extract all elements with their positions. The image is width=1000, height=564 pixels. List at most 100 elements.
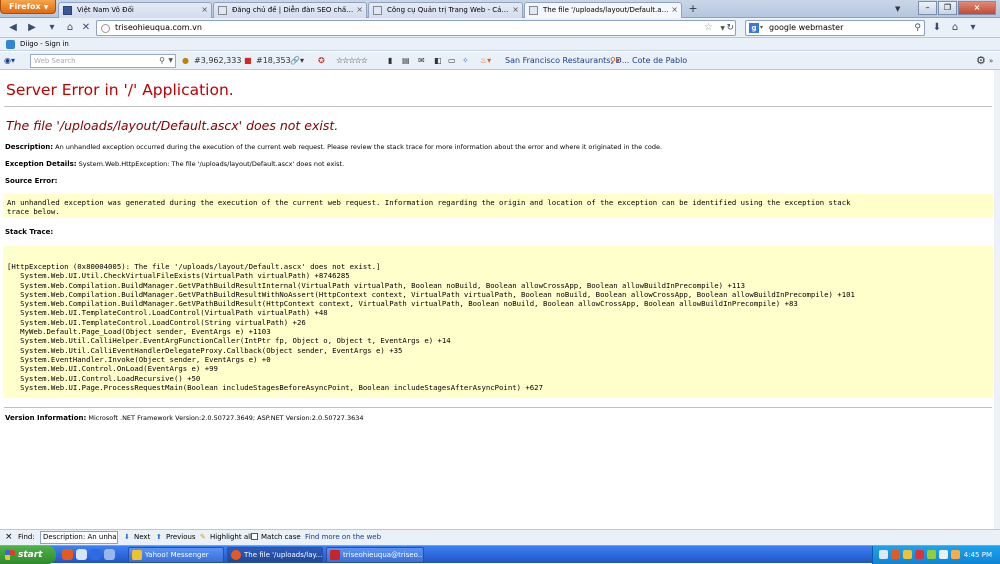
new-tab-button[interactable]: + — [686, 3, 700, 17]
stack-trace-line: System.Web.UI.Util.CheckVirtualFileExist… — [7, 271, 350, 281]
page-scrollbar[interactable] — [994, 70, 1000, 529]
volume-icon[interactable] — [939, 550, 948, 559]
firefox-tray-icon[interactable] — [891, 550, 900, 559]
find-previous-button[interactable]: Previous — [166, 530, 196, 545]
stop-icon[interactable]: ✕ — [78, 20, 94, 36]
tab-list-icon[interactable]: ▼ — [895, 5, 900, 13]
downloads-icon[interactable]: ⬇ — [930, 20, 944, 36]
history-dropdown-icon[interactable]: ▾ — [44, 20, 60, 36]
page-icon[interactable]: ▤ — [402, 54, 410, 68]
close-tab-icon[interactable]: × — [356, 3, 363, 17]
version-line: Version Information: Microsoft .NET Fram… — [5, 414, 364, 422]
taskbar-firefox[interactable]: The file '/uploads/lay... — [227, 547, 323, 563]
minimize-button[interactable]: – — [918, 1, 937, 15]
web-search-input[interactable]: Web Search ⚲ ▼ — [30, 54, 176, 68]
desktop-quicklaunch-icon[interactable] — [76, 549, 87, 560]
error-message: The file '/uploads/layout/Default.ascx' … — [6, 118, 339, 133]
addon-logo-icon[interactable]: ◉▾ — [4, 54, 15, 68]
gear-icon[interactable]: ⚙ — [976, 54, 986, 68]
tab-title: The file '/uploads/layout/Default.ascx' … — [543, 6, 669, 14]
diigo-sign-in-link[interactable]: Diigo - Sign in — [20, 38, 69, 51]
search-icon[interactable]: ⚲ — [159, 55, 165, 67]
network-icon[interactable] — [927, 550, 936, 559]
antivirus-icon[interactable] — [915, 550, 924, 559]
taskbar-yahoo-messenger[interactable]: Yahoo! Messenger — [128, 547, 224, 563]
description-line: Description: An unhandled exception occu… — [5, 143, 662, 151]
tab-strip: Firefox ▼ Việt Nam Vô Đối × Đăng chủ đề |… — [0, 0, 1000, 18]
find-web-link[interactable]: Find more on the web — [305, 530, 381, 545]
place-link[interactable]: Cote de Pablo — [632, 54, 687, 68]
chevron-down-icon[interactable]: ▼ — [168, 55, 173, 67]
page-icon — [529, 6, 538, 15]
help-icon[interactable] — [879, 550, 888, 559]
google-icon[interactable]: g — [749, 23, 759, 33]
home-button[interactable]: ⌂ — [948, 20, 962, 36]
link-icon[interactable]: 🔗▾ — [290, 54, 304, 68]
firefox-quicklaunch-icon[interactable] — [62, 549, 73, 560]
forward-button[interactable]: ▶ — [24, 20, 40, 36]
taskbar-ftp-client[interactable]: triseohieuqua@triseo... — [326, 547, 424, 563]
close-find-icon[interactable]: × — [5, 530, 13, 545]
diigo-toolbar: Diigo - Sign in — [0, 38, 1000, 51]
task-title: triseohieuqua@triseo... — [343, 551, 424, 559]
sparkle-icon[interactable]: ✧ — [462, 54, 469, 68]
home-icon[interactable]: ⌂ — [62, 20, 78, 36]
stack-trace-line: System.Web.Compilation.BuildManager.GetV… — [7, 289, 855, 299]
highlight-all-button[interactable]: Highlight all — [210, 530, 252, 545]
find-next-button[interactable]: Next — [134, 530, 150, 545]
back-button[interactable]: ◀ — [4, 20, 22, 36]
alexa-rank: #3,962,333 — [194, 56, 242, 65]
search-engine-dropdown-icon[interactable]: ▾ — [760, 21, 763, 35]
search-input[interactable]: google webmaster — [769, 21, 843, 35]
close-tab-icon[interactable]: × — [512, 3, 519, 17]
window-close-button[interactable]: × — [958, 1, 996, 15]
tab-dien-dan-seo[interactable]: Đăng chủ đề | Diễn đàn SEO chất lượng ..… — [213, 2, 367, 18]
share-icon[interactable]: ▭ — [448, 54, 456, 68]
ie-quicklaunch-icon[interactable] — [90, 549, 101, 560]
menu-dropdown-icon[interactable]: ▾ — [966, 20, 980, 36]
messenger-tray-icon[interactable] — [903, 550, 912, 559]
stack-trace-line: System.Web.UI.Control.LoadRecursive() +5… — [7, 373, 201, 383]
search-box[interactable]: g ▾ google webmaster ⚲ — [745, 20, 925, 36]
tab-server-error[interactable]: The file '/uploads/layout/Default.ascx' … — [524, 2, 682, 18]
rating-stars[interactable]: ☆☆☆☆☆ — [336, 54, 368, 68]
url-dropdown-icon[interactable]: ▼ — [720, 22, 725, 36]
filezilla-icon — [330, 550, 340, 560]
maximize-button[interactable]: ❐ — [938, 1, 957, 15]
firefox-menu-button[interactable]: Firefox ▼ — [0, 0, 56, 14]
arrow-up-icon[interactable]: ⬆ — [156, 530, 162, 545]
media-quicklaunch-icon[interactable] — [104, 549, 115, 560]
tab-title: Việt Nam Vô Đối — [77, 6, 134, 14]
address-bar[interactable]: triseohieuqua.com.vn ☆ ▼ ↻ — [96, 20, 736, 36]
toolbar-overflow-icon[interactable]: » — [989, 54, 993, 68]
find-input[interactable]: Description: An unhandle — [40, 531, 118, 544]
divider — [4, 106, 992, 107]
find-bar: × Find: Description: An unhandle ⬇ Next … — [0, 529, 1000, 545]
flame-icon[interactable]: ♨▾ — [480, 54, 491, 68]
bookmark-icon[interactable]: ▮ — [388, 54, 392, 68]
bookmark-star-icon[interactable]: ☆ — [704, 21, 713, 35]
tab-webmaster-tools[interactable]: Công cụ Quản trị Trang Web - Các liên kế… — [368, 2, 523, 18]
tag-icon[interactable]: ◧ — [434, 54, 442, 68]
checkbox-icon[interactable] — [251, 533, 258, 540]
mail-icon[interactable]: ✉ — [418, 54, 425, 68]
update-icon[interactable] — [951, 550, 960, 559]
tab-viet-nam[interactable]: Việt Nam Vô Đối × — [58, 2, 212, 18]
close-tab-icon[interactable]: × — [671, 3, 678, 17]
address-input[interactable]: triseohieuqua.com.vn — [115, 21, 202, 35]
reload-icon[interactable]: ↻ — [726, 21, 734, 35]
source-error-label: Source Error: — [5, 177, 58, 185]
tab-title: Công cụ Quản trị Trang Web - Các liên kế… — [387, 6, 510, 14]
search-icon[interactable]: ⚲ — [914, 21, 921, 35]
magnifier-icon[interactable]: ⚲▾ — [610, 54, 620, 68]
match-case-checkbox[interactable]: Match case — [251, 530, 301, 545]
pagerank-icon[interactable]: ✪ — [318, 54, 325, 68]
arrow-down-icon[interactable]: ⬇ — [124, 530, 130, 545]
firefox-icon — [231, 550, 241, 560]
close-tab-icon[interactable]: × — [201, 3, 208, 17]
start-button[interactable]: start — [0, 546, 56, 564]
windows-logo-icon — [5, 550, 15, 560]
stack-trace-line: System.EventHandler.Invoke(Object sender… — [7, 354, 271, 364]
stack-trace-line: System.Web.Compilation.BuildManager.GetV… — [7, 280, 746, 290]
highlighter-icon[interactable]: ✎ — [200, 530, 206, 545]
